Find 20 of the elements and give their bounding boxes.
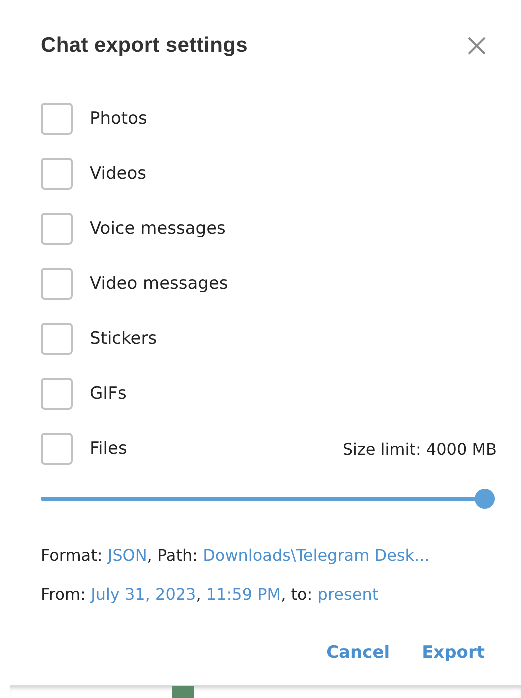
checkbox[interactable] xyxy=(41,433,73,465)
close-icon[interactable] xyxy=(467,36,487,56)
checkbox[interactable] xyxy=(41,323,73,355)
checkbox-label[interactable]: Photos xyxy=(90,109,148,129)
checkbox[interactable] xyxy=(41,158,73,190)
checkbox-label[interactable]: Video messages xyxy=(90,274,228,294)
checkbox[interactable] xyxy=(41,103,73,135)
checkbox[interactable] xyxy=(41,378,73,410)
checkbox-label[interactable]: Stickers xyxy=(90,329,158,349)
checkbox-label[interactable]: GIFs xyxy=(90,384,127,404)
info-line: Format: JSON, Path: Downloads\Telegram Desk... xyxy=(41,546,431,565)
info-line: From: July 31, 2023, 11:59 PM, to: present xyxy=(41,585,380,604)
checkbox[interactable] xyxy=(41,268,73,300)
checkbox[interactable] xyxy=(41,213,73,245)
dialog-title: Chat export settings xyxy=(41,34,248,58)
checkbox-label[interactable]: Voice messages xyxy=(90,219,226,239)
slider-thumb[interactable] xyxy=(475,489,495,509)
checkbox-label[interactable]: Videos xyxy=(90,164,146,184)
size-limit-label: Size limit: 4000 MB xyxy=(342,440,497,458)
checkbox-label[interactable]: Files xyxy=(90,439,128,459)
